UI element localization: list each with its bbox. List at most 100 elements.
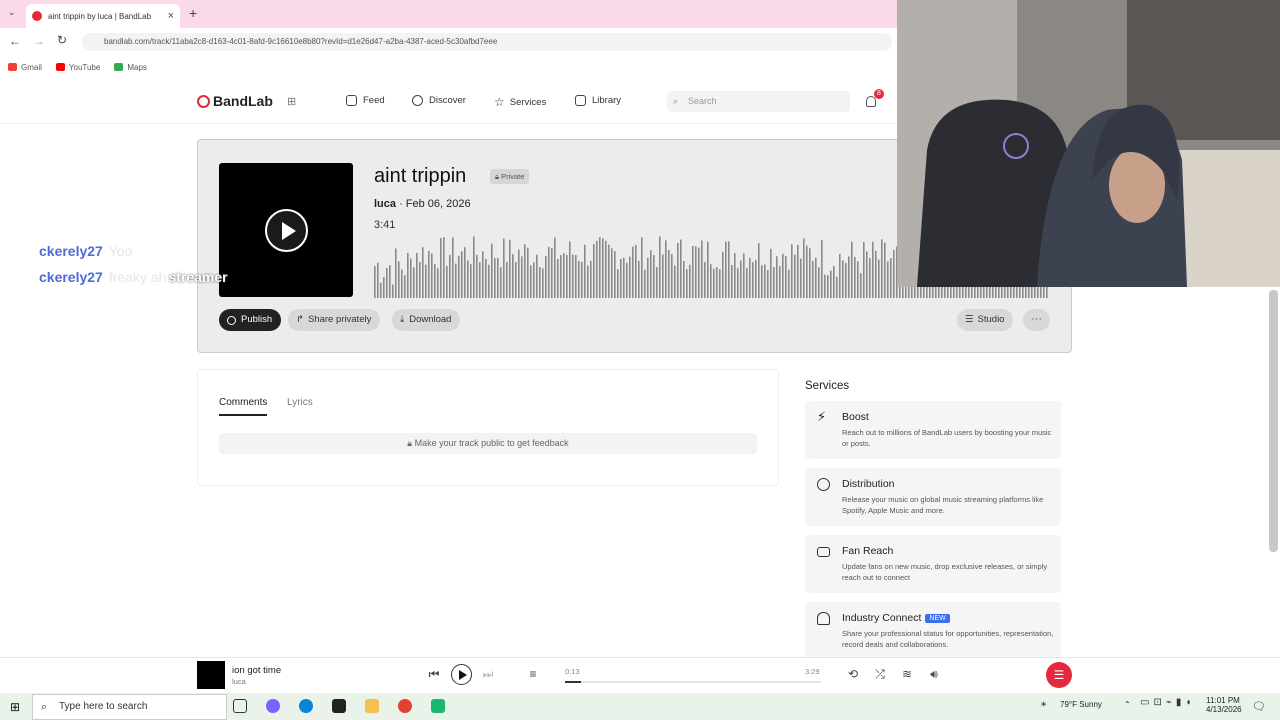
waveform-bar [860,273,862,298]
notifications-bell-icon[interactable] [866,96,876,107]
waveform-bar [422,247,424,298]
nav-library[interactable]: Library [575,95,621,106]
chat-text: freaky ah [108,269,167,285]
waveform-bar [806,245,808,298]
service-fan-reach[interactable]: Fan Reach Update fans on new music, drop… [805,535,1061,593]
equalizer-icon[interactable]: ≋ [900,667,914,681]
waveform-bar [809,248,811,298]
waveform-bar [410,258,412,298]
now-playing-title[interactable]: ion got time [232,665,281,676]
waveform-bar [701,240,703,298]
back-icon[interactable]: ← [9,34,21,48]
tab-list-icon[interactable]: ⌄ [8,7,16,18]
waveform-bar [749,257,751,298]
edge-icon[interactable] [299,699,313,713]
waveform-bar [785,255,787,298]
browser-tab[interactable]: aint trippin by luca | BandLab × [26,4,180,28]
next-icon[interactable]: ⏭︎ [481,667,495,681]
epic-games-icon[interactable] [332,699,346,713]
publish-button[interactable]: Publish [219,309,282,331]
notification-center-icon[interactable]: 🗨 [1252,700,1266,713]
waveform-bar [791,244,793,298]
bookmark-gmail[interactable]: Gmail [8,63,42,72]
waveform-bar [794,254,796,298]
nav-discover[interactable]: Discover [412,95,466,106]
search-input[interactable]: ⌕ Search [667,91,850,112]
reload-icon[interactable]: ↻ [57,33,67,47]
previous-icon[interactable]: ⏮︎ [427,667,441,681]
share-privately-button[interactable]: ↱ Share privately [288,309,381,331]
waveform-bar [713,268,715,298]
waveform-bar [503,238,505,298]
waveform-bar [560,255,562,298]
shuffle-icon[interactable]: ⤮ [873,667,887,681]
tab-title: aint trippin by luca | BandLab [48,11,152,21]
service-distribution[interactable]: Distribution Release your music on globa… [805,468,1061,526]
clock[interactable]: 11:01 PM 4/13/2026 [1206,696,1242,714]
tab-lyrics[interactable]: Lyrics [287,397,313,408]
service-boost[interactable]: ⚡︎ Boost Reach out to millions of BandLa… [805,401,1061,459]
volume-icon[interactable]: 🔊︎ [927,667,941,681]
waveform-bar [761,265,763,298]
waveform-bar [554,237,556,298]
page-scrollbar[interactable] [1269,290,1278,552]
app-icon[interactable] [431,699,445,713]
bookmark-maps[interactable]: Maps [114,63,147,72]
tray-icons[interactable]: ▭⊡⌁▮◖ [1140,697,1195,708]
nav-services[interactable]: ☆ Services [494,95,546,109]
private-badge: 🔒︎ Private [490,169,530,184]
queue-list-icon[interactable]: ≡ [526,667,540,681]
windows-start-icon[interactable]: ⊞ [10,700,20,714]
tray-chevron-icon[interactable]: ⌃ [1124,700,1131,709]
forward-icon[interactable]: → [33,34,45,48]
now-playing-cover[interactable] [197,661,225,689]
artist-link[interactable]: luca [374,198,396,210]
repeat-icon[interactable]: ⟲ [846,667,860,681]
waveform-bar [728,241,730,298]
task-view-icon[interactable] [233,699,247,713]
waveform-bar [776,256,778,298]
bookmark-youtube[interactable]: YouTube [55,63,100,72]
apps-grid-icon[interactable]: ⊞ [287,95,296,108]
copilot-icon[interactable] [266,699,280,713]
weather-text[interactable]: 79°F Sunny [1060,700,1102,709]
waveform-bar [836,276,838,298]
taskbar-search-input[interactable]: ⌕ Type here to search [32,694,227,720]
bandlab-logo[interactable]: BandLab [197,93,273,109]
studio-button[interactable]: ☰ Studio [957,309,1014,331]
service-industry-connect[interactable]: Industry Connect NEW Share your professio… [805,602,1061,660]
player-play-button[interactable] [451,664,472,685]
waveform-bar [374,265,376,298]
new-tab-icon[interactable]: + [189,5,197,21]
waveform-bar [401,269,403,298]
now-playing-artist[interactable]: luca [232,677,246,686]
file-explorer-icon[interactable] [365,699,379,713]
waveform-bar [779,266,781,298]
bookmarks-bar: Gmail YouTube Maps [0,57,897,77]
url-field[interactable]: bandlab.com/track/11aba2c8-d163-4c01-8af… [82,33,892,51]
download-button[interactable]: ⤓ Download [392,309,461,331]
chat-username: ckerely27 [39,243,103,259]
queue-button[interactable]: ☰ [1046,662,1072,688]
waveform-bar [863,242,865,298]
now-playing-bar [0,657,1280,693]
distribution-icon [817,478,830,491]
waveform-bar [458,255,460,298]
close-tab-icon[interactable]: × [168,10,174,22]
waveform-bar [683,261,685,298]
weather-icon[interactable]: ☀ [1040,700,1047,709]
progress-track[interactable] [565,681,821,683]
more-options-button[interactable]: ··· [1023,309,1050,331]
waveform-bar [509,239,511,298]
waveform-bar [824,274,826,298]
play-track-button[interactable] [265,209,308,252]
chrome-icon[interactable] [398,699,412,713]
waveform-bar [416,253,418,298]
waveform-bar [545,255,547,298]
waveform-bar [536,254,538,298]
tab-comments[interactable]: Comments [219,397,268,416]
waveform-bar [611,248,613,298]
nav-feed[interactable]: Feed [346,95,385,106]
waveform-bar [620,258,622,298]
waveform-bar [485,258,487,298]
